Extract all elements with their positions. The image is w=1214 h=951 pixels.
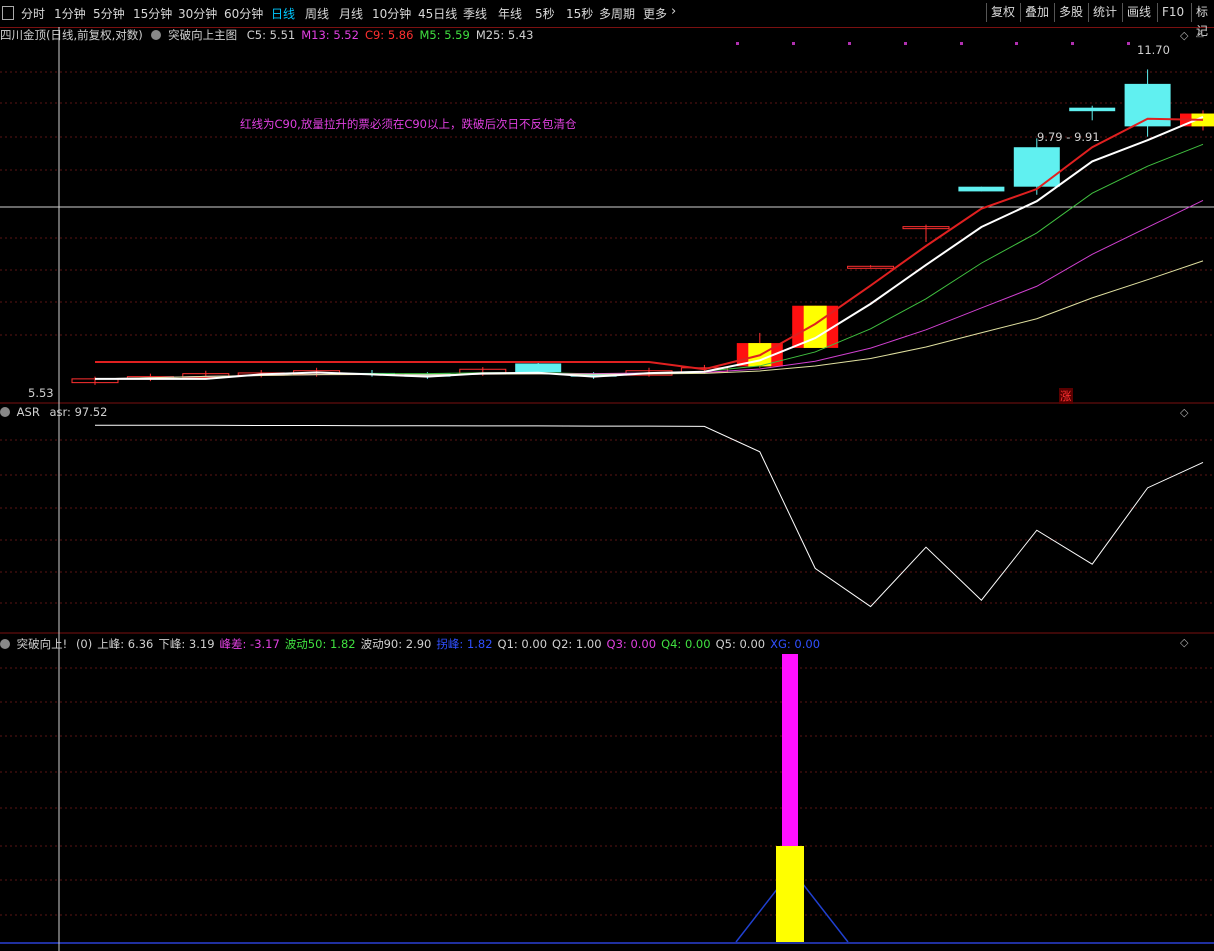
range-label: 9.79 - 9.91 [1037, 130, 1100, 144]
bottom-panel-header: 突破向上! (0) 上峰: 6.36 下峰: 3.19 峰差: -3.17 波动50: … [0, 636, 825, 652]
bottom-indicator-values: (0) 上峰: 6.36 下峰: 3.19 峰差: -3.17 波动50: 1.82 波动… [76, 637, 825, 651]
indicator-value-11: Q5: 0.00 [715, 637, 766, 651]
indicator-settings-icon[interactable] [0, 407, 10, 417]
indicator-value-9: Q3: 0.00 [606, 637, 657, 651]
indicator-settings-icon[interactable] [0, 639, 10, 649]
diamond-icon[interactable]: ◇ [1180, 29, 1188, 42]
low-price-label: 5.53 [28, 386, 54, 400]
indicator-value-12: XG: 0.00 [770, 637, 821, 651]
indicator-value-4: 波动50: 1.82 [284, 637, 356, 651]
ma-line-magenta [94, 199, 1204, 380]
asr-value: asr: 97.52 [49, 405, 108, 419]
indicator-value-5: 波动90: 2.90 [360, 637, 432, 651]
marker-dot [1015, 42, 1018, 45]
indicator-value-0: (0) [75, 637, 93, 651]
marker-dot [1127, 42, 1130, 45]
indicator-name[interactable]: 突破向上主图 [168, 28, 237, 42]
indicator-value-7: Q1: 0.00 [497, 637, 548, 651]
indicator-value-1: 上峰: 6.36 [97, 637, 154, 651]
indicator-value-2: 下峰: 3.19 [158, 637, 215, 651]
indicator-value-6: 拐峰: 1.82 [436, 637, 493, 651]
indicator-value-3: M5: 5.59 [419, 28, 470, 42]
candle-body [958, 186, 1005, 192]
marker-dot [736, 42, 739, 45]
indicator-value-1: M13: 5.52 [301, 28, 359, 42]
indicator-value-3: 峰差: -3.17 [219, 637, 280, 651]
marker-dot [960, 42, 963, 45]
chart-canvas[interactable] [0, 0, 1214, 951]
signal-bar-yellow [776, 846, 804, 942]
asr-panel-header: ASR asr: 97.52 [0, 405, 108, 419]
indicator-value-4: M25: 5.43 [475, 28, 534, 42]
asr-title[interactable]: ASR [17, 405, 40, 419]
marker-dot [792, 42, 795, 45]
bottom-indicator-title[interactable]: 突破向上! [17, 637, 68, 651]
scroll-up-icon[interactable]: △ [1196, 28, 1204, 39]
marker-dot [1071, 42, 1074, 45]
diamond-icon[interactable]: ◇ [1180, 406, 1188, 419]
diamond-icon[interactable]: ◇ [1180, 636, 1188, 649]
asr-line [95, 424, 1204, 608]
main-indicator-values: C5: 5.51 M13: 5.52 C9: 5.86 M5: 5.59 M25: 5.… [247, 28, 540, 42]
indicator-value-10: Q4: 0.00 [661, 637, 711, 651]
indicator-value-2: C9: 5.86 [364, 28, 414, 42]
indicator-settings-icon[interactable] [151, 30, 162, 40]
candle-body [1069, 107, 1116, 112]
high-price-label: 11.70 [1137, 43, 1170, 57]
strategy-note: 红线为C90,放量拉升的票必须在C90以上，跌破后次日不反包清仓 [240, 117, 577, 131]
marker-dot [848, 42, 851, 45]
indicator-value-8: Q2: 1.00 [552, 637, 602, 651]
candle-body [1013, 147, 1060, 187]
indicator-value-0: C5: 5.51 [246, 28, 296, 42]
marker-dot [904, 42, 907, 45]
main-panel-header: 四川金顶(日线,前复权,对数) 突破向上主图 C5: 5.51 M13: 5.52… [0, 27, 540, 43]
limit-up-badge: 涨 [1059, 388, 1073, 404]
signal-bar-magenta [782, 654, 798, 846]
stock-title[interactable]: 四川金顶(日线,前复权,对数) [0, 28, 143, 42]
candle-body [515, 363, 562, 373]
